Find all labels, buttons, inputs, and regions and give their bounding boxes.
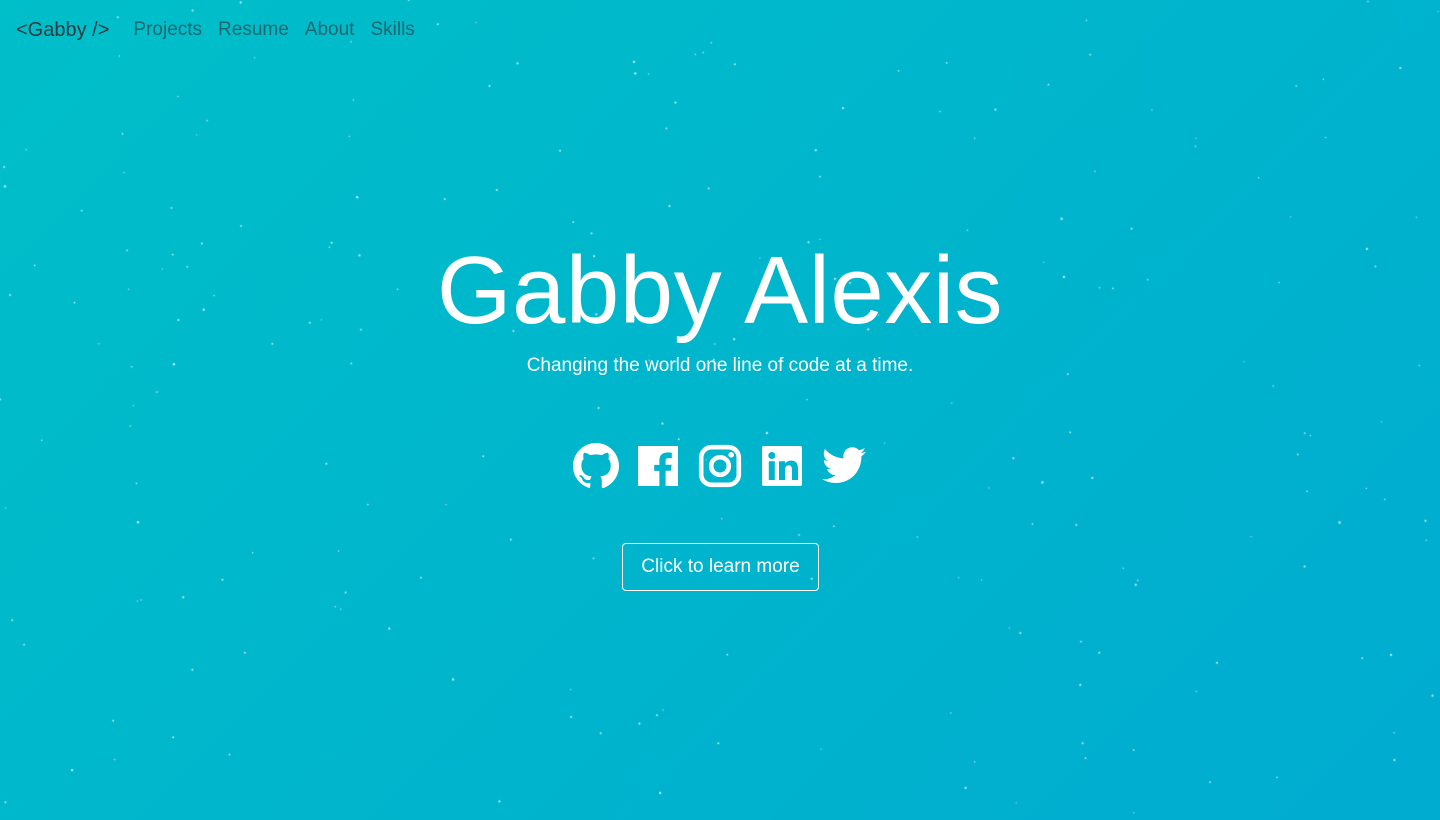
twitter-link[interactable] xyxy=(820,442,868,490)
hero-section: Gabby Alexis Changing the world one line… xyxy=(0,0,1440,820)
instagram-link[interactable] xyxy=(696,442,744,490)
linkedin-link[interactable] xyxy=(758,442,806,490)
instagram-icon xyxy=(696,442,744,490)
hero-name: Gabby Alexis xyxy=(436,237,1004,344)
github-link[interactable] xyxy=(572,442,620,490)
navbar: <Gabby /> Projects Resume About Skills xyxy=(0,0,1440,60)
social-links xyxy=(0,442,1440,490)
nav-link-about[interactable]: About xyxy=(305,19,355,41)
linkedin-icon xyxy=(758,442,806,490)
nav-link-skills[interactable]: Skills xyxy=(370,19,414,41)
nav-link-resume[interactable]: Resume xyxy=(218,19,289,41)
hero-tagline: Changing the world one line of code at a… xyxy=(526,355,914,376)
facebook-icon xyxy=(634,442,682,490)
learn-more-button[interactable]: Click to learn more xyxy=(622,543,819,591)
nav-link-projects[interactable]: Projects xyxy=(133,19,202,41)
twitter-icon xyxy=(820,442,868,490)
github-icon xyxy=(572,442,620,490)
facebook-link[interactable] xyxy=(634,442,682,490)
brand-logo[interactable]: <Gabby /> xyxy=(16,19,109,42)
